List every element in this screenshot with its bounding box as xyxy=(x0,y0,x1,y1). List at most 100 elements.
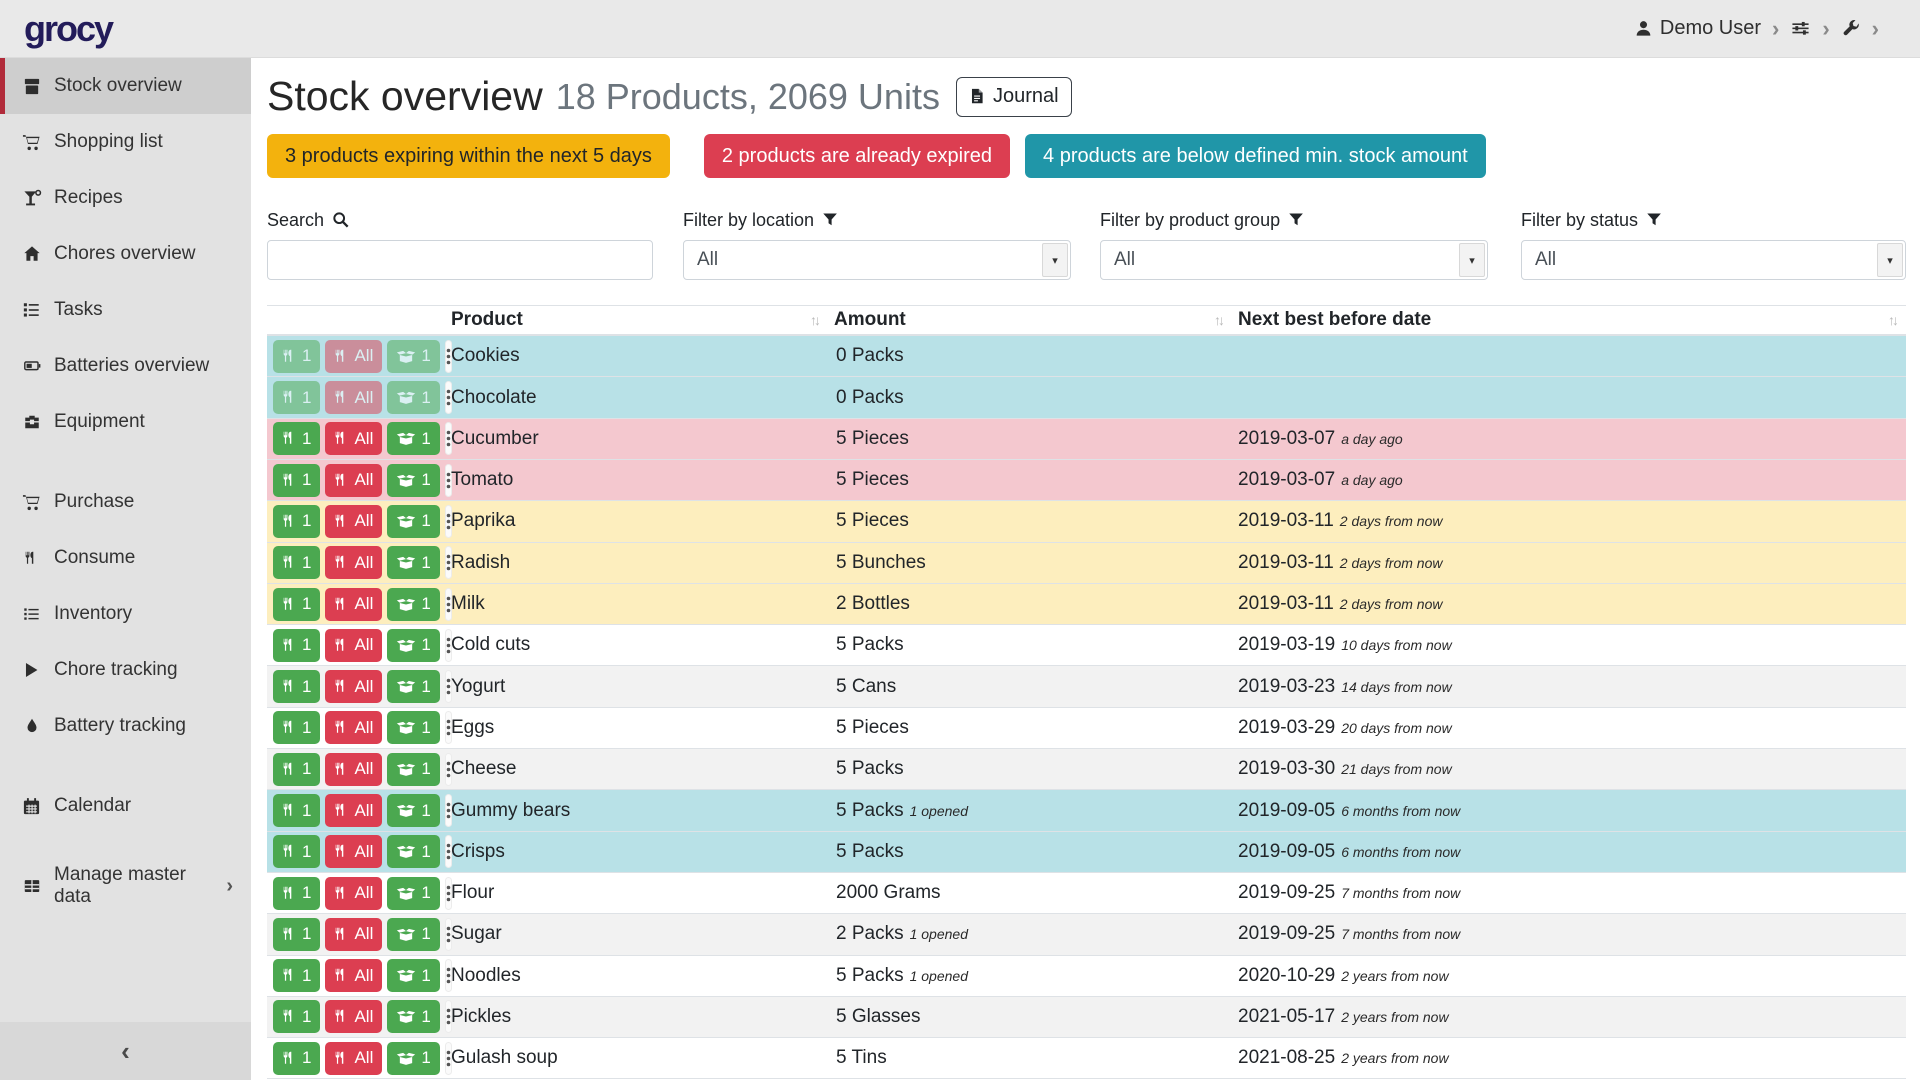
open-one-button[interactable]: 1 xyxy=(387,959,439,992)
sidebar-item-stock-overview[interactable]: Stock overview xyxy=(0,58,251,114)
open-one-button[interactable]: 1 xyxy=(387,918,439,951)
open-one-button[interactable]: 1 xyxy=(387,340,439,373)
open-one-button[interactable]: 1 xyxy=(387,711,439,744)
consume-one-button[interactable]: 1 xyxy=(273,588,320,621)
consume-all-button[interactable]: All xyxy=(325,877,382,910)
consume-one-button[interactable]: 1 xyxy=(273,835,320,868)
alert-expiring-soon[interactable]: 3 products expiring within the next 5 da… xyxy=(267,134,670,178)
chevron-right-icon[interactable]: › xyxy=(1822,18,1829,40)
consume-all-button[interactable]: All xyxy=(325,670,382,703)
open-one-button[interactable]: 1 xyxy=(387,422,439,455)
date-column-header[interactable]: Next best before date ↑↓ xyxy=(1232,309,1906,331)
best-before-date: 2019-03-07a day ago xyxy=(1232,469,1906,491)
open-one-button[interactable]: 1 xyxy=(387,1000,439,1033)
sidebar-item-consume[interactable]: Consume xyxy=(0,530,251,586)
consume-all-button[interactable]: All xyxy=(325,546,382,579)
sidebar-item-tasks[interactable]: Tasks xyxy=(0,282,251,338)
consume-all-button[interactable]: All xyxy=(325,711,382,744)
consume-all-button[interactable]: All xyxy=(325,464,382,497)
open-one-button[interactable]: 1 xyxy=(387,464,439,497)
alert-expired[interactable]: 2 products are already expired xyxy=(704,134,1010,178)
consume-one-button[interactable]: 1 xyxy=(273,1000,320,1033)
consume-one-button[interactable]: 1 xyxy=(273,340,320,373)
consume-all-button[interactable]: All xyxy=(325,753,382,786)
settings-menu[interactable] xyxy=(1790,19,1811,38)
chevron-right-icon[interactable]: › xyxy=(1772,18,1779,40)
alert-below-min-stock[interactable]: 4 products are below defined min. stock … xyxy=(1025,134,1486,178)
sidebar-item-calendar[interactable]: Calendar xyxy=(0,778,251,834)
consume-one-button[interactable]: 1 xyxy=(273,711,320,744)
consume-all-button[interactable]: All xyxy=(325,918,382,951)
sidebar-item-chores-overview[interactable]: Chores overview xyxy=(0,226,251,282)
consume-all-button[interactable]: All xyxy=(325,381,382,414)
consume-all-button[interactable]: All xyxy=(325,1000,382,1033)
sidebar-item-batteries-overview[interactable]: Batteries overview xyxy=(0,338,251,394)
amount-column-header[interactable]: Amount ↑↓ xyxy=(828,309,1232,331)
user-menu[interactable]: Demo User xyxy=(1634,17,1761,40)
open-one-button[interactable]: 1 xyxy=(387,877,439,910)
consume-one-button[interactable]: 1 xyxy=(273,464,320,497)
open-one-button[interactable]: 1 xyxy=(387,1042,439,1075)
product-amount: 0 Packs xyxy=(828,387,1232,409)
product-group-filter-select[interactable]: All ▾ xyxy=(1100,240,1488,280)
open-one-button[interactable]: 1 xyxy=(387,546,439,579)
table-row: 1 All 1 Cold cuts 5 Packs 2019-03-1910 d… xyxy=(267,625,1906,666)
consume-all-button[interactable]: All xyxy=(325,505,382,538)
open-one-button[interactable]: 1 xyxy=(387,670,439,703)
status-filter-select[interactable]: All ▾ xyxy=(1521,240,1906,280)
consume-all-button[interactable]: All xyxy=(325,835,382,868)
sidebar-item-purchase[interactable]: Purchase xyxy=(0,474,251,530)
sidebar-item-manage-master-data[interactable]: Manage master data› xyxy=(0,858,251,914)
table-row: 1 All 1 Gulash soup 5 Tins 2021-08-252 y… xyxy=(267,1038,1906,1079)
status-filter-label: Filter by status xyxy=(1521,209,1906,231)
consume-one-button[interactable]: 1 xyxy=(273,629,320,662)
stock-table: Product ↑↓ Amount ↑↓ Next best before da… xyxy=(267,305,1906,1079)
sidebar-item-equipment[interactable]: Equipment xyxy=(0,394,251,450)
chevron-right-icon[interactable]: › xyxy=(1872,18,1879,40)
sort-icon[interactable]: ↑↓ xyxy=(1888,312,1896,328)
product-column-header[interactable]: Product ↑↓ xyxy=(445,309,828,331)
open-one-button[interactable]: 1 xyxy=(387,381,439,414)
sidebar-item-shopping-list[interactable]: Shopping list xyxy=(0,114,251,170)
consume-one-button[interactable]: 1 xyxy=(273,546,320,579)
admin-menu[interactable] xyxy=(1841,19,1861,38)
consume-one-button[interactable]: 1 xyxy=(273,877,320,910)
filter-icon xyxy=(822,212,839,229)
product-name: Yogurt xyxy=(445,676,828,698)
sidebar-item-battery-tracking[interactable]: Battery tracking xyxy=(0,698,251,754)
open-one-button[interactable]: 1 xyxy=(387,753,439,786)
app-logo[interactable]: grocy xyxy=(24,8,112,50)
consume-all-button[interactable]: All xyxy=(325,1042,382,1075)
consume-all-button[interactable]: All xyxy=(325,629,382,662)
open-one-button[interactable]: 1 xyxy=(387,505,439,538)
journal-button[interactable]: Journal xyxy=(956,77,1072,117)
consume-all-button[interactable]: All xyxy=(325,340,382,373)
consume-one-button[interactable]: 1 xyxy=(273,753,320,786)
open-one-button[interactable]: 1 xyxy=(387,835,439,868)
consume-all-button[interactable]: All xyxy=(325,588,382,621)
consume-all-button[interactable]: All xyxy=(325,959,382,992)
product-name: Crisps xyxy=(445,841,828,863)
open-one-button[interactable]: 1 xyxy=(387,629,439,662)
search-input[interactable] xyxy=(267,240,653,280)
open-one-button[interactable]: 1 xyxy=(387,588,439,621)
consume-one-button[interactable]: 1 xyxy=(273,1042,320,1075)
location-filter-select[interactable]: All ▾ xyxy=(683,240,1071,280)
consume-one-button[interactable]: 1 xyxy=(273,670,320,703)
best-before-date: 2019-03-3021 days from now xyxy=(1232,758,1906,780)
sidebar-item-inventory[interactable]: Inventory xyxy=(0,586,251,642)
open-one-button[interactable]: 1 xyxy=(387,794,439,827)
consume-one-button[interactable]: 1 xyxy=(273,505,320,538)
consume-all-button[interactable]: All xyxy=(325,794,382,827)
consume-one-button[interactable]: 1 xyxy=(273,422,320,455)
consume-one-button[interactable]: 1 xyxy=(273,959,320,992)
consume-one-button[interactable]: 1 xyxy=(273,381,320,414)
sort-icon[interactable]: ↑↓ xyxy=(1214,312,1222,328)
sort-icon[interactable]: ↑↓ xyxy=(810,312,818,328)
sidebar-collapse-button[interactable]: ‹ xyxy=(0,1022,251,1080)
consume-all-button[interactable]: All xyxy=(325,422,382,455)
consume-one-button[interactable]: 1 xyxy=(273,794,320,827)
consume-one-button[interactable]: 1 xyxy=(273,918,320,951)
sidebar-item-recipes[interactable]: Recipes xyxy=(0,170,251,226)
sidebar-item-chore-tracking[interactable]: Chore tracking xyxy=(0,642,251,698)
